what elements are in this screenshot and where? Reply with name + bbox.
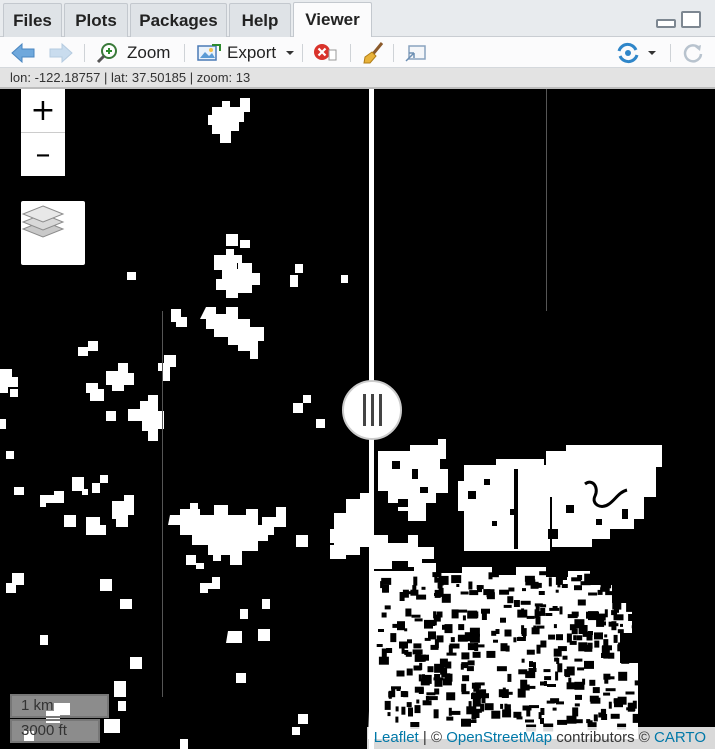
tab-help-label: Help	[241, 10, 279, 30]
back-arrow-icon	[11, 42, 35, 63]
export-label: Export	[227, 42, 277, 62]
tab-packages-label: Packages	[139, 10, 218, 30]
zoom-magnifier-icon	[96, 42, 117, 63]
minimize-pane-button[interactable]	[656, 19, 676, 28]
zoom-control: + –	[19, 89, 67, 178]
layers-control[interactable]	[19, 199, 87, 267]
tab-viewer-label: Viewer	[305, 10, 360, 29]
leaflet-map[interactable]: + – 1 km 3000 ft Leaflet | © OpenStreetM…	[0, 89, 715, 749]
zoom-label: Zoom	[127, 42, 171, 62]
attribution-sep: | ©	[418, 729, 447, 746]
viewer-toolbar: Zoom Export	[0, 37, 715, 68]
tab-help[interactable]: Help	[229, 3, 291, 37]
pane-tab-bar: Files Plots Packages Help Viewer	[0, 0, 715, 37]
carto-link[interactable]: CARTO	[654, 729, 706, 746]
export-image-icon	[197, 43, 221, 61]
tab-plots[interactable]: Plots	[64, 3, 128, 37]
popout-window-icon	[405, 44, 426, 62]
tab-files-label: Files	[13, 10, 52, 30]
swipe-divider-handle[interactable]	[342, 380, 402, 440]
zoom-in-button[interactable]: +	[21, 89, 65, 132]
sync-arrows-icon	[617, 42, 639, 63]
maximize-pane-button[interactable]	[681, 11, 701, 28]
tab-viewer[interactable]: Viewer	[293, 2, 372, 37]
sync-button[interactable]	[616, 37, 657, 68]
zoom-out-button[interactable]: –	[21, 132, 65, 176]
broom-icon	[363, 41, 384, 63]
clear-viewer-button[interactable]	[312, 37, 338, 68]
refresh-button[interactable]	[682, 37, 704, 68]
export-dropdown-caret-icon	[286, 50, 295, 55]
tab-packages[interactable]: Packages	[130, 3, 227, 37]
map-attribution: Leaflet | © OpenStreetMap contributors ©…	[366, 727, 715, 749]
tab-plots-label: Plots	[75, 10, 117, 30]
scale-bar-imperial: 3000 ft	[10, 719, 100, 743]
open-in-window-button[interactable]	[404, 37, 428, 68]
back-button[interactable]	[10, 37, 36, 68]
forward-arrow-icon	[49, 42, 73, 63]
sync-dropdown-caret-icon	[648, 50, 656, 55]
export-button[interactable]: Export	[196, 37, 295, 68]
refresh-icon	[683, 43, 703, 63]
forward-button[interactable]	[48, 37, 74, 68]
map-coordinate-readout: lon: -122.18757 | lat: 37.50185 | zoom: …	[0, 68, 715, 89]
remove-red-x-icon	[314, 43, 337, 60]
clear-all-button[interactable]	[362, 37, 386, 68]
tab-files[interactable]: Files	[3, 3, 62, 37]
scale-bar-metric: 1 km	[10, 694, 109, 718]
openstreetmap-link[interactable]: OpenStreetMap	[446, 729, 552, 746]
zoom-button[interactable]: Zoom	[96, 37, 170, 68]
attribution-contributors: contributors ©	[552, 729, 655, 746]
leaflet-link[interactable]: Leaflet	[374, 729, 419, 746]
layers-stack-icon	[21, 205, 65, 238]
